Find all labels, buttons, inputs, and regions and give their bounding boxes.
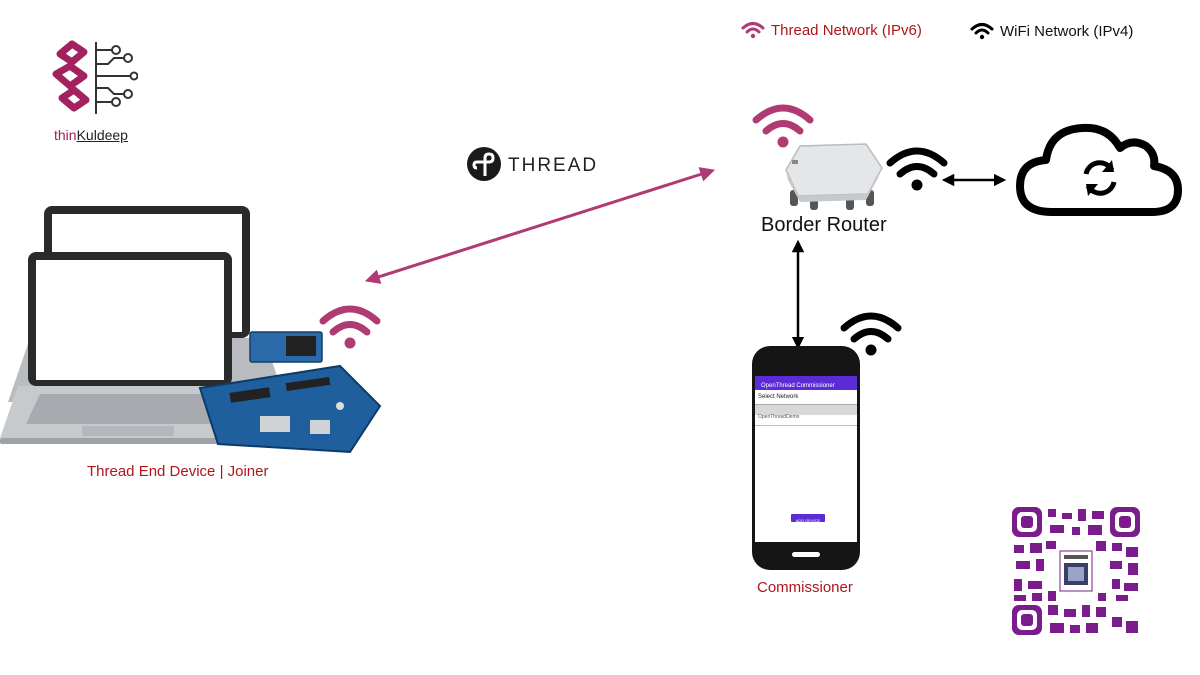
phone-screen: OpenThread Commissioner Select Network O…: [755, 376, 857, 542]
cloud-sync-icon: [1016, 123, 1182, 216]
end-device-label: Thread End Device | Joiner: [87, 463, 269, 480]
app-title: OpenThread Commissioner: [761, 383, 835, 389]
wifi-icon: [886, 147, 948, 191]
border-router-icon: [785, 143, 883, 210]
border-router-label: Border Router: [761, 214, 887, 236]
dev-board-icon: [198, 331, 382, 454]
network-row[interactable]: OpenThreadDemo: [755, 404, 857, 420]
qr-code-icon: [1012, 507, 1140, 635]
thread-link-arrow: [364, 167, 716, 284]
phone-icon: OpenThread Commissioner Select Network O…: [752, 346, 860, 570]
network-name: OpenThreadDemo: [758, 414, 800, 420]
add-device-button[interactable]: ADD DEVICE: [791, 514, 825, 523]
app-bar: OpenThread Commissioner: [755, 376, 857, 390]
home-indicator: [792, 552, 820, 557]
select-network-heading: Select Network: [758, 394, 799, 400]
commissioner-label: Commissioner: [757, 579, 853, 596]
